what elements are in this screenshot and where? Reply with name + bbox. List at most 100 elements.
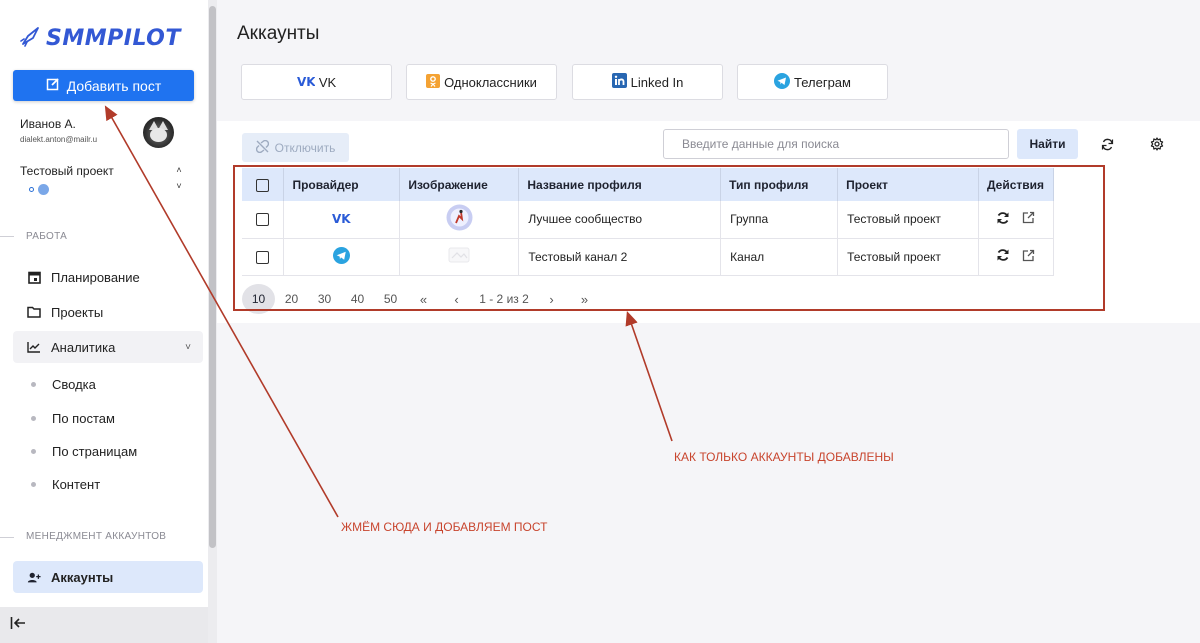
- actions-cell: [978, 201, 1055, 239]
- sync-icon[interactable]: [996, 211, 1010, 228]
- arrow-to-table: [625, 310, 673, 442]
- tab-linkedin[interactable]: Linked In: [572, 64, 723, 100]
- avatar[interactable]: [143, 117, 174, 148]
- telegram-icon: [774, 72, 791, 92]
- row-checkbox[interactable]: [256, 213, 270, 227]
- sidebar-item-analytics[interactable]: Аналитика ˅: [13, 331, 203, 363]
- logo-text: SMMPILOT: [46, 25, 181, 51]
- page-size-option[interactable]: 30: [308, 284, 341, 314]
- project-select-value: Тестовый проект: [20, 164, 114, 178]
- divider: [0, 236, 14, 237]
- project-search-icon[interactable]: [38, 184, 49, 195]
- column-header[interactable]: Изображение: [399, 168, 520, 201]
- project-cell: Тестовый проект: [837, 238, 979, 276]
- tab-label: VK: [318, 74, 337, 90]
- first-page-button[interactable]: «: [407, 292, 440, 307]
- collapse-sidebar-button[interactable]: [0, 607, 208, 643]
- page-size-option[interactable]: 40: [341, 284, 374, 314]
- find-button[interactable]: Найти: [1017, 129, 1078, 159]
- sidebar-subitem-summary[interactable]: Сводка: [31, 374, 96, 394]
- bullet-icon: [31, 481, 36, 487]
- pagination: 10 20 30 40 50 « ‹ 1 - 2 из 2 › »: [242, 284, 601, 314]
- image-cell: [399, 238, 520, 276]
- page-range: 1 - 2 из 2: [479, 292, 529, 306]
- community-avatar[interactable]: [446, 204, 473, 234]
- column-header[interactable]: Проект: [837, 168, 979, 201]
- add-post-button[interactable]: Добавить пост: [13, 70, 194, 101]
- open-external-icon[interactable]: [1022, 211, 1035, 227]
- table-row[interactable]: VK Лучшее сообщество Группа Тестовый про…: [242, 201, 1055, 239]
- annotation-add-post: ЖМЁМ СЮДА И ДОБАВЛЯЕМ ПОСТ: [341, 520, 548, 534]
- bullet-icon: [31, 415, 36, 421]
- add-user-icon: [27, 570, 41, 584]
- page-size-option[interactable]: 10: [242, 284, 275, 314]
- profile-name-cell: Лучшее сообщество: [518, 201, 722, 239]
- page-size-option[interactable]: 50: [374, 284, 407, 314]
- column-header[interactable]: Действия: [978, 168, 1055, 201]
- row-checkbox[interactable]: [256, 250, 270, 264]
- sidebar-subitem-label: Контент: [52, 476, 101, 492]
- chevron-down-icon[interactable]: ˅: [174, 181, 184, 191]
- tab-vk[interactable]: VK VK: [241, 64, 392, 100]
- channel-avatar[interactable]: [446, 247, 473, 269]
- project-select[interactable]: Тестовый проект ˄ ˅: [20, 164, 188, 198]
- last-page-button[interactable]: »: [568, 292, 601, 307]
- project-cell: Тестовый проект: [837, 201, 979, 239]
- column-header[interactable]: Тип профиля: [720, 168, 839, 201]
- sidebar-item-label: Проекты: [51, 304, 104, 320]
- sidebar-scrollbar-thumb[interactable]: [209, 6, 216, 548]
- tab-label: Linked In: [630, 74, 684, 90]
- chevron-up-icon[interactable]: ˄: [174, 165, 184, 175]
- open-external-icon[interactable]: [1022, 249, 1035, 265]
- bullet-icon: [31, 448, 36, 454]
- sidebar-subitem-content[interactable]: Контент: [31, 474, 100, 494]
- gear-icon[interactable]: [1149, 136, 1165, 152]
- divider: [0, 537, 14, 538]
- rocket-icon: [20, 25, 42, 52]
- sidebar-item-projects[interactable]: Проекты: [13, 296, 203, 328]
- folder-icon: [27, 305, 41, 319]
- row-select-cell[interactable]: [242, 238, 285, 276]
- tab-odnoklassniki[interactable]: Одноклассники: [406, 64, 557, 100]
- tab-label: Одноклассники: [444, 74, 537, 90]
- page-size-option[interactable]: 20: [275, 284, 308, 314]
- sidebar-subitem-by-posts[interactable]: По постам: [31, 408, 115, 428]
- provider-cell: VK: [283, 201, 401, 239]
- logo[interactable]: SMMPILOT: [20, 24, 181, 52]
- sidebar-item-planning[interactable]: Планирование: [13, 261, 203, 293]
- table-row[interactable]: Тестовый канал 2 Канал Тестовый проект: [242, 238, 1055, 276]
- user-email: dialekt.anton@mailr.u: [20, 135, 98, 144]
- sidebar-subitem-label: По страницам: [52, 443, 138, 459]
- tab-telegram[interactable]: Телеграм: [737, 64, 888, 100]
- tab-label: Телеграм: [794, 74, 851, 90]
- sidebar-item-label: Аналитика: [51, 339, 116, 355]
- chart-line-icon: [27, 340, 41, 354]
- chevron-down-icon: ˅: [185, 341, 191, 353]
- search-input[interactable]: [663, 129, 1009, 159]
- next-page-button[interactable]: ›: [535, 292, 568, 307]
- svg-text:VK: VK: [332, 212, 351, 224]
- refresh-icon[interactable]: [1099, 136, 1115, 152]
- sync-icon[interactable]: [996, 248, 1010, 265]
- edit-icon: [46, 77, 60, 94]
- image-cell: [399, 201, 520, 239]
- vk-icon: VK: [297, 75, 316, 90]
- column-header[interactable]: Название профиля: [518, 168, 722, 201]
- sidebar-item-accounts[interactable]: Аккаунты: [13, 561, 203, 593]
- select-all-cell[interactable]: [242, 168, 285, 201]
- prev-page-button[interactable]: ‹: [440, 292, 473, 307]
- sidebar-subitem-by-pages[interactable]: По страницам: [31, 441, 137, 461]
- disconnect-button[interactable]: Отключить: [242, 133, 349, 162]
- vk-icon: VK: [332, 212, 352, 227]
- sidebar-subitem-label: Сводка: [52, 376, 96, 392]
- status-dot-icon: [29, 187, 34, 192]
- section-label-account-management: МЕНЕДЖМЕНТ АККАУНТОВ: [26, 531, 167, 542]
- row-select-cell[interactable]: [242, 201, 285, 239]
- column-header[interactable]: Провайдер: [283, 168, 401, 201]
- select-all-checkbox[interactable]: [256, 178, 270, 192]
- user-name: Иванов А.: [20, 117, 76, 131]
- section-label-work: РАБОТА: [26, 231, 68, 242]
- page-title: Аккаунты: [237, 23, 320, 44]
- profile-name-cell: Тестовый канал 2: [518, 238, 722, 276]
- odnoklassniki-icon: [426, 73, 441, 91]
